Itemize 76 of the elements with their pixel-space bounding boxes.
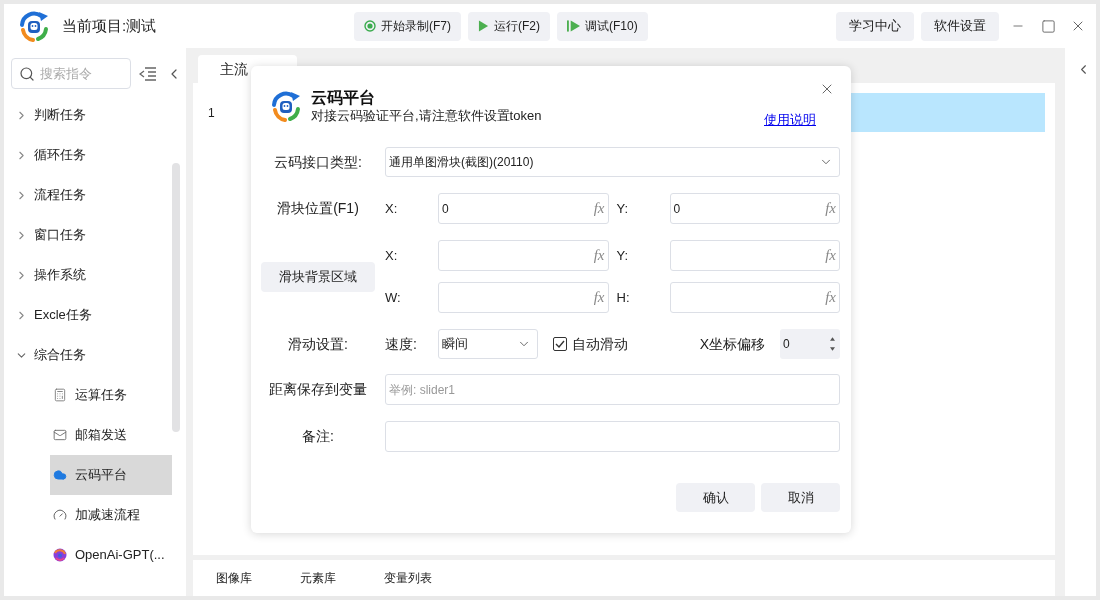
input-field[interactable]: 0 fx — [438, 193, 609, 224]
formula-button[interactable]: fx — [825, 248, 836, 263]
dialog-title: 云码平台 — [311, 89, 376, 107]
category-item[interactable]: 流程任务 — [4, 175, 186, 215]
search-icon — [19, 65, 35, 82]
field-label: 距离保存到变量 — [269, 380, 367, 399]
command-item[interactable]: 加减速流程 — [50, 495, 172, 535]
bottom-tab[interactable]: 图像库 — [216, 569, 300, 587]
coordinate-label: H: — [616, 288, 631, 307]
area-button[interactable]: 滑块背景区域 — [261, 261, 375, 292]
cloud-icon — [53, 468, 67, 482]
formula-button[interactable]: fx — [825, 290, 836, 305]
dialog-button[interactable]: 确认 — [676, 483, 755, 512]
field-label: 滑动设置: — [288, 334, 348, 354]
category-item[interactable]: 窗口任务 — [4, 215, 186, 255]
maximize-icon — [1040, 18, 1056, 34]
scrollbar[interactable] — [172, 163, 180, 432]
category-item[interactable]: 判断任务 — [4, 95, 186, 135]
command-item[interactable]: 运算任务 — [50, 375, 172, 415]
coordinate-label: X: — [385, 199, 399, 218]
dialog-button[interactable]: 取消 — [761, 483, 840, 512]
line-number: 1 — [208, 104, 215, 122]
coordinate-label: Y: — [616, 246, 630, 265]
record-icon — [364, 20, 376, 32]
speed-dropdown[interactable]: 瞬间 — [438, 329, 538, 359]
dropdown[interactable]: 通用单图滑块(截图)(20110) — [385, 147, 840, 177]
logo-icon — [18, 10, 50, 42]
formula-button[interactable]: fx — [593, 201, 605, 216]
command-item[interactable]: OpenAi-GPT(... — [50, 535, 172, 575]
header-button[interactable]: 学习中心 — [836, 11, 914, 41]
toolbar-button[interactable]: 开始录制(F7) — [354, 11, 461, 41]
input-field[interactable]: fx — [669, 240, 840, 271]
input-field[interactable]: fx — [438, 240, 609, 271]
formula-button[interactable]: fx — [825, 201, 836, 216]
input-field[interactable]: 0 fx — [669, 193, 840, 224]
toolbar-button[interactable]: 运行(F2) — [468, 11, 550, 41]
step-play-icon — [567, 20, 580, 32]
category-item[interactable]: Excle任务 — [4, 295, 186, 335]
checkbox[interactable] — [553, 337, 567, 351]
spin-up-icon[interactable] — [830, 337, 835, 341]
number-field[interactable]: 0 — [780, 329, 840, 359]
logo-icon — [270, 90, 302, 122]
dialog-subtitle: 对接云码验证平台,请注意软件设置token — [311, 108, 542, 124]
check-icon — [555, 340, 565, 348]
category-item[interactable]: 操作系统 — [4, 255, 186, 295]
formula-button[interactable]: fx — [593, 290, 605, 305]
command-item[interactable]: 邮箱发送 — [50, 415, 172, 455]
gauge-icon — [53, 508, 67, 522]
header-button[interactable]: 软件设置 — [921, 11, 999, 41]
checkbox-label: 自动滑动 — [572, 334, 628, 354]
field-label: 云码接口类型: — [274, 152, 362, 172]
note-field[interactable] — [385, 421, 840, 452]
speed-label: 速度: — [385, 334, 418, 354]
toolbar-button[interactable]: 调试(F10) — [557, 11, 648, 41]
bottom-tab[interactable]: 变量列表 — [384, 569, 468, 587]
field-label: 滑块位置(F1) — [277, 199, 359, 218]
play-icon — [478, 20, 489, 32]
input-field[interactable]: fx — [669, 282, 840, 313]
coordinate-label: X: — [385, 246, 399, 265]
outdent-icon[interactable] — [139, 66, 157, 81]
input-field[interactable]: fx — [438, 282, 609, 313]
calculator-icon — [53, 388, 67, 402]
field-label: 备注: — [302, 427, 334, 446]
formula-button[interactable]: fx — [593, 248, 605, 263]
window-title: 当前项目:测试 — [62, 15, 158, 36]
command-item[interactable]: 云码平台 — [50, 455, 172, 495]
mail-icon — [53, 428, 67, 442]
spin-down-icon[interactable] — [830, 347, 835, 351]
category-item[interactable]: 循环任务 — [4, 135, 186, 175]
coordinate-label: Y: — [616, 199, 630, 218]
help-link[interactable]: 使用说明 — [764, 112, 816, 128]
bottom-tab[interactable]: 元素库 — [300, 569, 384, 587]
offset-label: X坐标偏移 — [699, 334, 765, 354]
coordinate-label: W: — [385, 288, 402, 307]
orb-icon — [53, 548, 67, 562]
category-item[interactable]: 综合任务 — [4, 335, 186, 375]
